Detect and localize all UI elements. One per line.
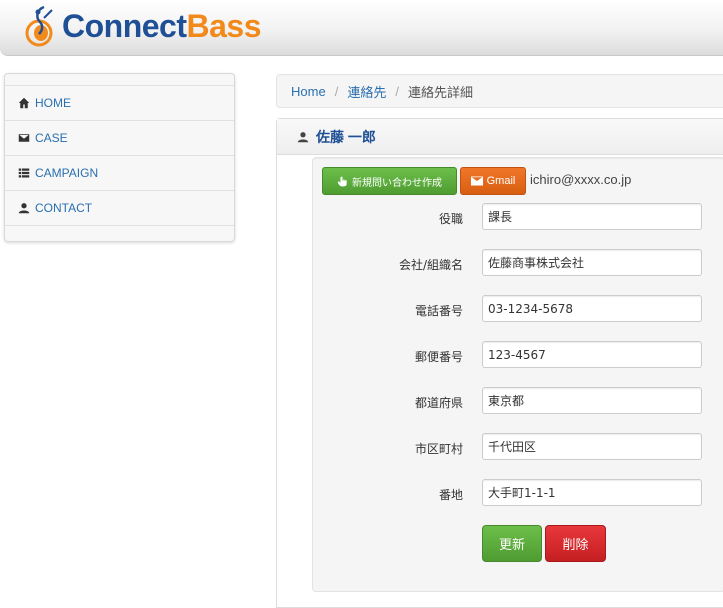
breadcrumb-separator: / [395,83,399,99]
logo-bass: Bass [186,7,262,44]
breadcrumb-separator: / [334,83,339,99]
sidebar-nav: HOME CASE CAMPAIGN CONTACT [4,73,235,242]
logo-text: ConnectBass [62,8,261,45]
field-label-postal-code: 郵便番号 [414,350,463,364]
panel-header: 佐藤 一郎 [277,119,723,155]
breadcrumb-contacts-link[interactable]: 連絡先 [347,82,386,101]
gmail-label: Gmail [486,175,516,187]
field-label-city: 市区町村 [414,442,463,456]
home-icon [17,96,31,110]
contact-email: ichiro@xxxx.co.jp [530,172,632,187]
field-label-title: 役職 [438,212,463,226]
app-header: ConnectBass [0,0,723,56]
sidebar-divider [5,225,234,242]
user-icon [17,201,31,215]
breadcrumb-current: 連絡先詳細 [407,84,473,100]
envelope-icon [17,131,31,145]
address-input[interactable] [482,479,702,506]
breadcrumb: Home / 連絡先 / 連絡先詳細 [276,74,723,108]
prefecture-input[interactable] [482,387,702,414]
pointer-hand-icon [337,176,347,186]
bass-logo-icon [25,5,53,47]
sidebar-item-case[interactable]: CASE [5,120,234,155]
sidebar-item-contact[interactable]: CONTACT [5,190,234,225]
update-button[interactable]: 更新 [482,525,542,562]
new-inquiry-label: 新規問い合わせ作成 [352,177,442,189]
field-label-prefecture: 都道府県 [414,396,463,410]
postal-code-input[interactable] [482,341,702,368]
contact-detail-panel: 佐藤 一郎 新規問い合わせ作成 Gmail ichiro@xxxx.co.jp … [276,118,723,608]
sidebar-item-home[interactable]: HOME [5,85,234,120]
list-icon [17,166,31,180]
title-input[interactable] [482,203,702,230]
sidebar-item-label: CASE [35,131,68,145]
contact-form: 新規問い合わせ作成 Gmail ichiro@xxxx.co.jp 役職 会社/… [312,157,723,592]
breadcrumb-home-link[interactable]: Home [291,84,326,99]
new-inquiry-button[interactable]: 新規問い合わせ作成 [322,167,457,195]
sidebar-item-campaign[interactable]: CAMPAIGN [5,155,234,190]
logo-connect: Connect [62,7,187,44]
envelope-icon [470,176,483,186]
city-input[interactable] [482,433,702,460]
sidebar-item-label: HOME [35,96,71,110]
gmail-button[interactable]: Gmail [460,167,526,195]
sidebar-item-label: CAMPAIGN [35,166,99,180]
field-label-address: 番地 [438,488,463,502]
delete-button[interactable]: 削除 [545,525,606,562]
user-icon [297,131,309,142]
phone-input[interactable] [482,295,702,322]
company-input[interactable] [482,249,702,276]
sidebar-item-label: CONTACT [35,201,93,215]
contact-name: 佐藤 一郎 [316,128,376,145]
field-label-company: 会社/組織名 [398,258,463,272]
app-logo[interactable]: ConnectBass [22,4,261,48]
field-label-phone: 電話番号 [414,304,463,318]
